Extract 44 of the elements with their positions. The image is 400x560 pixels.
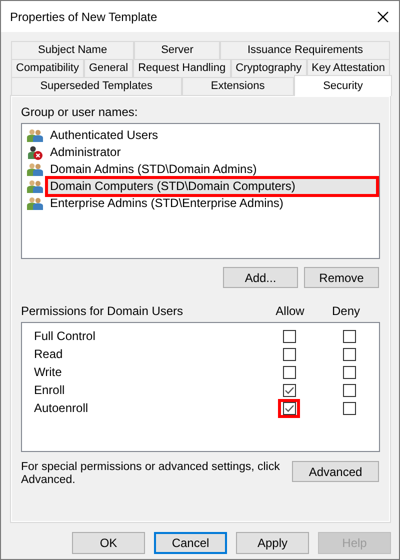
permission-label: Write (34, 365, 63, 379)
users-icon (27, 162, 43, 177)
permission-label: Enroll (34, 383, 66, 397)
tab[interactable]: Request Handling (133, 59, 231, 77)
checkbox[interactable] (282, 330, 296, 342)
tab[interactable]: Security (294, 75, 392, 96)
tab[interactable]: General (84, 59, 134, 77)
checkbox[interactable] (342, 402, 356, 414)
column-header: Allow (274, 304, 306, 318)
checkbox[interactable] (282, 366, 296, 378)
permission-label: Full Control (34, 329, 96, 343)
users-icon (27, 179, 43, 194)
tab[interactable]: Extensions (182, 77, 294, 95)
tab[interactable]: Cryptography (230, 59, 307, 77)
checkbox[interactable] (282, 402, 296, 414)
checkbox[interactable] (342, 348, 356, 360)
tab[interactable]: Server (134, 41, 220, 59)
permission-label: Autoenroll (34, 401, 90, 415)
ok-button[interactable]: OK (72, 532, 145, 554)
checkbox[interactable] (282, 348, 296, 360)
advanced-button[interactable]: Advanced (292, 461, 379, 482)
checkbox[interactable] (282, 384, 296, 396)
advanced-note: For special permissions or advanced settings, click Advanced. (21, 461, 281, 487)
permission-label: Read (34, 347, 64, 361)
users-icon (27, 196, 43, 211)
cancel-button[interactable]: Cancel (154, 532, 227, 554)
list-label: Group or user names: (21, 105, 139, 119)
checkbox[interactable] (342, 366, 356, 378)
tab[interactable]: Subject Name (11, 41, 134, 59)
add-button[interactable]: Add... (223, 267, 298, 288)
disabled-user-icon (27, 145, 43, 160)
tab[interactable]: Issuance Requirements (220, 41, 390, 59)
tab[interactable]: Superseded Templates (11, 77, 182, 95)
column-header: Deny (330, 304, 361, 318)
apply-button[interactable]: Apply (236, 532, 309, 554)
close-icon[interactable] (377, 10, 389, 22)
checkbox[interactable] (342, 384, 356, 396)
list-item[interactable]: Domain Computers (STD\Domain Computers) (45, 176, 379, 197)
permissions-label: Permissions for Domain Users (21, 304, 184, 318)
checkbox[interactable] (342, 330, 356, 342)
tab[interactable]: Compatibility (11, 59, 84, 77)
remove-button[interactable]: Remove (304, 267, 379, 288)
users-icon (27, 128, 43, 143)
window-title: Properties of New Template (10, 10, 158, 24)
